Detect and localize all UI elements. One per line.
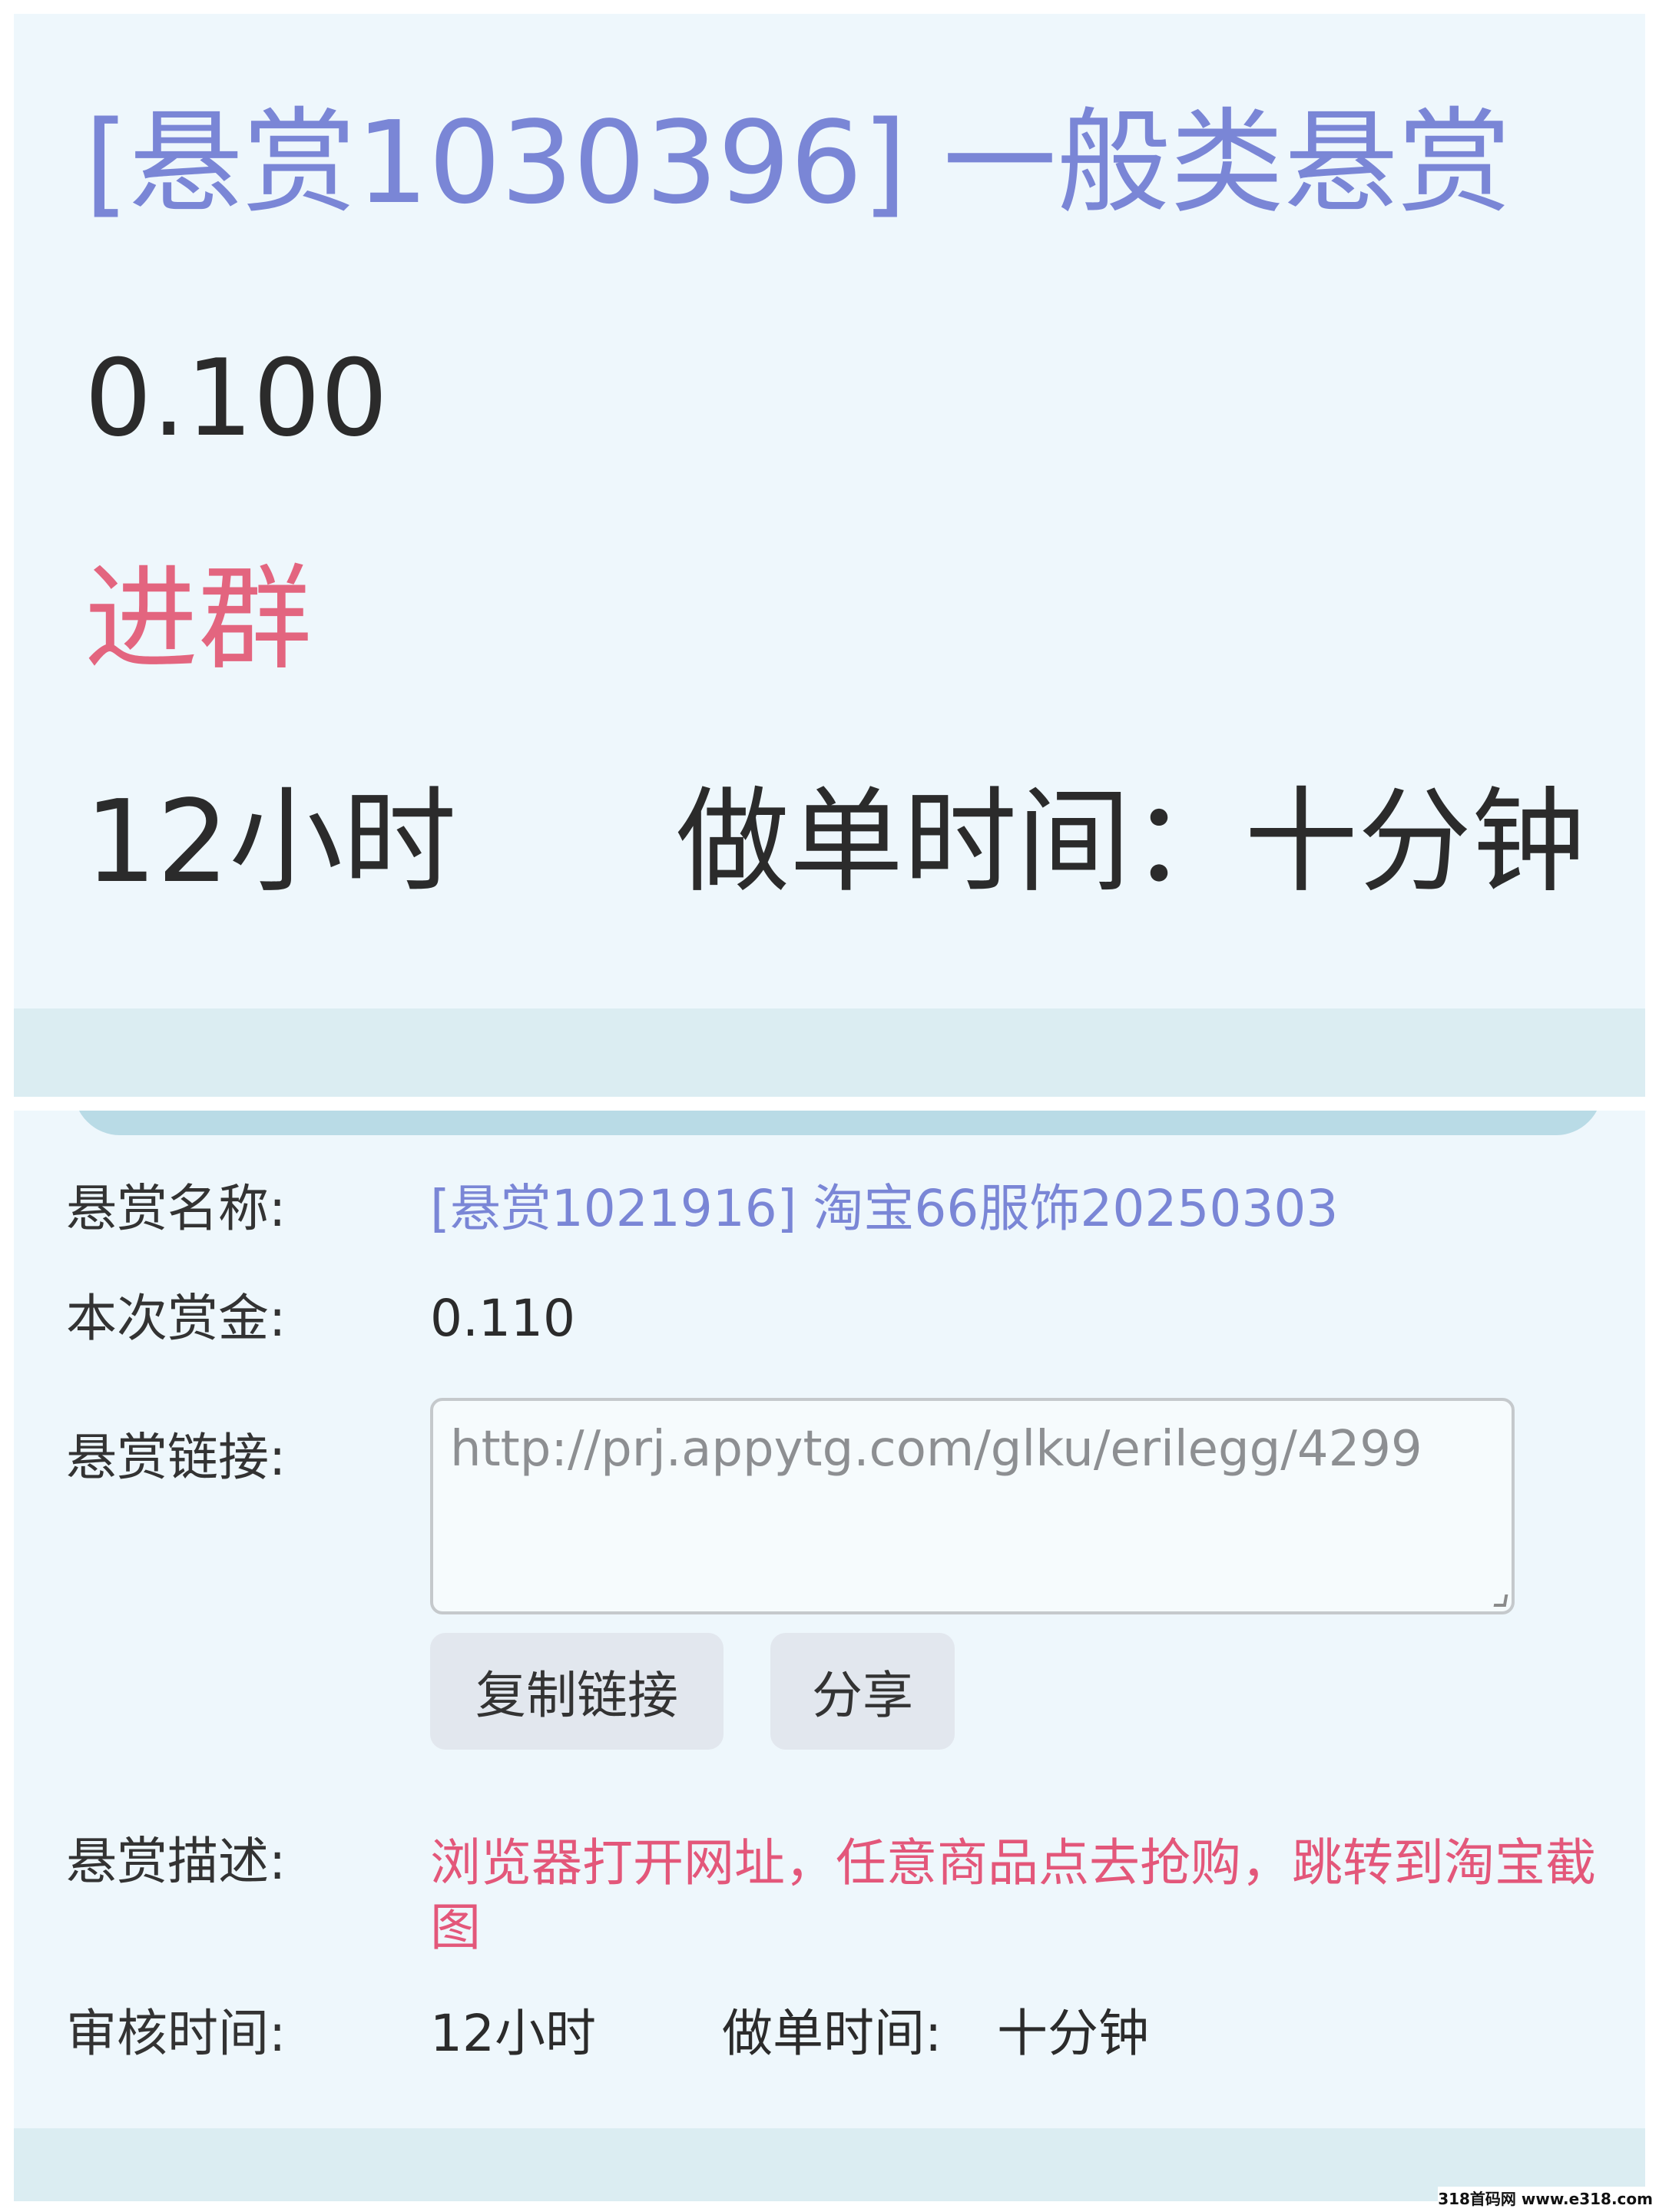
task-title[interactable]: [悬赏1030396] 一般类悬赏 bbox=[84, 106, 1512, 220]
review-label: 审核时间: bbox=[66, 2004, 286, 2063]
work-value: 十分钟 bbox=[997, 2004, 1149, 2063]
link-textarea[interactable]: http://prj.appytg.com/glku/erilegg/4299 bbox=[450, 1421, 1495, 1591]
resize-handle-icon[interactable] bbox=[1493, 1594, 1508, 1607]
desc-value: 浏览器打开网址，任意商品点去抢购，跳转到淘宝截图 bbox=[430, 1833, 1596, 1957]
work-label: 做单时间: bbox=[722, 2004, 942, 2063]
bounty-value: 0.110 bbox=[430, 1289, 575, 1348]
work-time: 做单时间：十分钟 bbox=[676, 776, 1585, 908]
name-value[interactable]: [悬赏1021916] 淘宝66服饰20250303 bbox=[430, 1181, 1338, 1237]
review-value: 12小时 bbox=[430, 2004, 596, 2063]
join-group-link[interactable]: 进群 bbox=[84, 562, 312, 676]
share-button[interactable]: 分享 bbox=[770, 1633, 955, 1750]
task-amount: 0.100 bbox=[84, 336, 389, 460]
bounty-label: 本次赏金: bbox=[66, 1289, 286, 1348]
task-summary-card: [悬赏1030396] 一般类悬赏 0.100 进群 12小时 做单时间：十分钟 bbox=[14, 14, 1645, 1097]
card-footer-band bbox=[14, 2128, 1645, 2201]
desc-label: 悬赏描述: bbox=[66, 1832, 286, 1891]
link-field[interactable]: http://prj.appytg.com/glku/erilegg/4299 bbox=[430, 1398, 1515, 1614]
card-header-arc bbox=[74, 1111, 1602, 1135]
task-detail-card: 悬赏名称: [悬赏1021916] 淘宝66服饰20250303 本次赏金: 0… bbox=[14, 1111, 1645, 2201]
review-time: 12小时 bbox=[84, 776, 457, 908]
link-label: 悬赏链接: bbox=[66, 1428, 286, 1487]
card-footer-band bbox=[14, 1008, 1645, 1097]
name-label: 悬赏名称: bbox=[66, 1179, 286, 1238]
site-watermark: 318首码网 www.e318.com bbox=[1438, 2187, 1653, 2209]
copy-link-button[interactable]: 复制链接 bbox=[430, 1633, 724, 1750]
